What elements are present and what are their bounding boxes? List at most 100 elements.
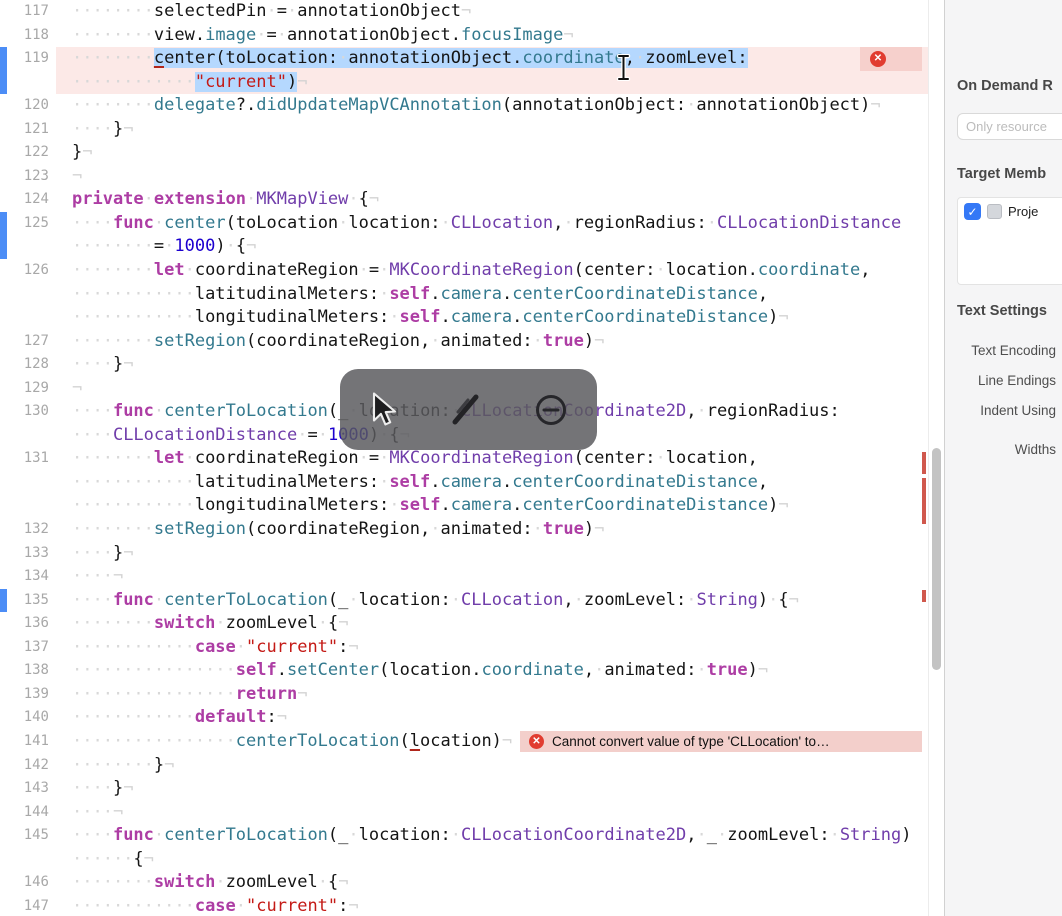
line-number[interactable]: 143 bbox=[0, 777, 56, 801]
line-number[interactable]: 131 bbox=[0, 447, 56, 471]
line-number[interactable]: 138 bbox=[0, 659, 56, 683]
line-number[interactable] bbox=[0, 848, 56, 872]
line-number[interactable]: 123 bbox=[0, 165, 56, 189]
line-number[interactable]: 136 bbox=[0, 612, 56, 636]
line-number[interactable]: 135 bbox=[0, 589, 56, 613]
code-line[interactable]: 141 ················centerToLocation(loca… bbox=[0, 730, 928, 754]
line-number[interactable] bbox=[0, 471, 56, 495]
code-line[interactable]: 120 ········delegate?.didUpdateMapVCAnnot… bbox=[0, 94, 928, 118]
code-line[interactable]: 139 ················return¬ bbox=[0, 683, 928, 707]
line-number[interactable]: 134 bbox=[0, 565, 56, 589]
inline-error-badge[interactable]: ✕ Cannot convert value of type 'CLLocatio… bbox=[520, 731, 922, 752]
code-line[interactable]: 123 ¬ bbox=[0, 165, 928, 189]
line-endings-label: Line Endings bbox=[977, 373, 1056, 388]
change-tick-icon bbox=[922, 590, 926, 602]
change-tick-icon bbox=[922, 452, 926, 474]
code-line[interactable]: 144 ····¬ bbox=[0, 801, 928, 825]
code-line[interactable]: 132 ········setRegion(coordinateRegion,·a… bbox=[0, 518, 928, 542]
code-line[interactable]: 125 ····func·center(toLocation·location:·… bbox=[0, 211, 928, 236]
code-line[interactable]: 143 ····}¬ bbox=[0, 777, 928, 801]
code-text: ············latitudinalMeters:·self.came… bbox=[72, 283, 769, 304]
line-number[interactable]: 121 bbox=[0, 118, 56, 142]
line-number[interactable]: 144 bbox=[0, 801, 56, 825]
code-text: ········let·coordinateRegion·=·MKCoordin… bbox=[72, 260, 871, 281]
code-text: ········switch·zoomLevel·{¬ bbox=[72, 872, 349, 893]
line-number[interactable]: 142 bbox=[0, 754, 56, 778]
target-name-label: Proje bbox=[1008, 204, 1039, 219]
checkbox-checked-icon[interactable]: ✓ bbox=[964, 203, 981, 220]
code-line[interactable]: 135 ····func·centerToLocation(_·location:… bbox=[0, 588, 928, 613]
line-number[interactable]: 140 bbox=[0, 706, 56, 730]
line-number[interactable]: 145 bbox=[0, 824, 56, 848]
change-bar-icon bbox=[0, 211, 7, 236]
code-line[interactable]: 137 ············case·"current":¬ bbox=[0, 636, 928, 660]
code-line[interactable]: 119 ········center(toLocation:·annotation… bbox=[0, 47, 928, 71]
scrollbar-track[interactable] bbox=[928, 0, 944, 916]
line-number[interactable]: 126 bbox=[0, 259, 56, 283]
code-line[interactable]: 124 private·extension·MKMapView·{¬ bbox=[0, 188, 928, 212]
code-text: ····}¬ bbox=[72, 118, 134, 139]
line-number[interactable]: 128 bbox=[0, 353, 56, 377]
code-line[interactable]: ············longitudinalMeters:·self.cam… bbox=[0, 494, 928, 518]
error-icon[interactable]: ✕ bbox=[870, 50, 886, 67]
line-number[interactable]: 129 bbox=[0, 377, 56, 401]
code-line[interactable]: 138 ················self.setCenter(locati… bbox=[0, 659, 928, 683]
code-line[interactable]: 127 ········setRegion(coordinateRegion,·a… bbox=[0, 330, 928, 354]
code-text: ········=·1000)·{¬ bbox=[72, 236, 257, 257]
code-line[interactable]: 145 ····func·centerToLocation(_·location:… bbox=[0, 824, 928, 848]
code-editor[interactable]: 117 ········selectedPin·=·annotationObjec… bbox=[0, 0, 928, 916]
line-number[interactable]: 117 bbox=[0, 0, 56, 24]
code-line[interactable]: 131 ········let·coordinateRegion·=·MKCoor… bbox=[0, 447, 928, 471]
code-text: ····}¬ bbox=[72, 542, 134, 563]
target-membership-row[interactable]: ✓ Proje bbox=[958, 198, 1062, 225]
code-text: ····¬ bbox=[72, 566, 124, 587]
code-text: ········setRegion(coordinateRegion,·anim… bbox=[72, 519, 605, 540]
code-line[interactable]: 134 ····¬ bbox=[0, 565, 928, 589]
line-number[interactable]: 124 bbox=[0, 188, 56, 212]
code-text: ····func·centerToLocation(_·location:·CL… bbox=[72, 825, 912, 846]
line-number[interactable] bbox=[0, 283, 56, 307]
line-number[interactable]: 132 bbox=[0, 518, 56, 542]
code-line[interactable]: 117 ········selectedPin·=·annotationObjec… bbox=[0, 0, 928, 24]
code-line[interactable]: 133 ····}¬ bbox=[0, 542, 928, 566]
line-number[interactable] bbox=[0, 71, 56, 95]
cursor-icon bbox=[372, 391, 397, 425]
resource-filter-input[interactable] bbox=[957, 113, 1062, 140]
line-number[interactable] bbox=[0, 235, 56, 259]
code-line[interactable]: 147 ············case·"current":¬ bbox=[0, 895, 928, 916]
line-number[interactable] bbox=[0, 306, 56, 330]
line-number[interactable]: 137 bbox=[0, 636, 56, 660]
code-line[interactable]: 140 ············default:¬ bbox=[0, 706, 928, 730]
line-number[interactable]: 133 bbox=[0, 542, 56, 566]
code-line[interactable]: 122}¬ bbox=[0, 141, 928, 165]
code-line[interactable]: 121 ····}¬ bbox=[0, 118, 928, 142]
code-line[interactable]: 126 ········let·coordinateRegion·=·MKCoor… bbox=[0, 259, 928, 283]
line-number[interactable]: 122 bbox=[0, 141, 56, 165]
line-number[interactable]: 146 bbox=[0, 871, 56, 895]
code-line[interactable]: ······{¬ bbox=[0, 848, 928, 872]
code-text: ············longitudinalMeters:·self.cam… bbox=[72, 307, 789, 328]
line-number[interactable]: 119 bbox=[0, 47, 56, 71]
code-line[interactable]: 146 ········switch·zoomLevel·{¬ bbox=[0, 871, 928, 895]
code-line[interactable]: 118 ········view.image·=·annotationObject… bbox=[0, 24, 928, 48]
code-line[interactable]: ············longitudinalMeters:·self.cam… bbox=[0, 306, 928, 330]
line-number[interactable]: 120 bbox=[0, 94, 56, 118]
line-number[interactable]: 139 bbox=[0, 683, 56, 707]
code-line[interactable]: ············latitudinalMeters:·self.came… bbox=[0, 471, 928, 495]
code-line[interactable]: 136 ········switch·zoomLevel·{¬ bbox=[0, 612, 928, 636]
line-number[interactable]: 127 bbox=[0, 330, 56, 354]
code-line[interactable]: ············"current")¬ bbox=[0, 70, 928, 95]
line-number[interactable]: 125 bbox=[0, 212, 56, 236]
line-number[interactable]: 147 bbox=[0, 895, 56, 916]
line-number[interactable]: 141 bbox=[0, 730, 56, 754]
code-line[interactable]: ········=·1000)·{¬ bbox=[0, 235, 928, 260]
line-number[interactable] bbox=[0, 494, 56, 518]
line-number[interactable]: 130 bbox=[0, 400, 56, 424]
code-text: ················self.setCenter(location.… bbox=[72, 660, 769, 681]
code-line[interactable]: 142 ········}¬ bbox=[0, 754, 928, 778]
code-line[interactable]: ············latitudinalMeters:·self.came… bbox=[0, 283, 928, 307]
line-number[interactable]: 118 bbox=[0, 24, 56, 48]
line-number[interactable] bbox=[0, 424, 56, 448]
scrollbar-thumb[interactable] bbox=[932, 448, 941, 670]
code-text: ········view.image·=·annotationObject.fo… bbox=[72, 24, 574, 45]
